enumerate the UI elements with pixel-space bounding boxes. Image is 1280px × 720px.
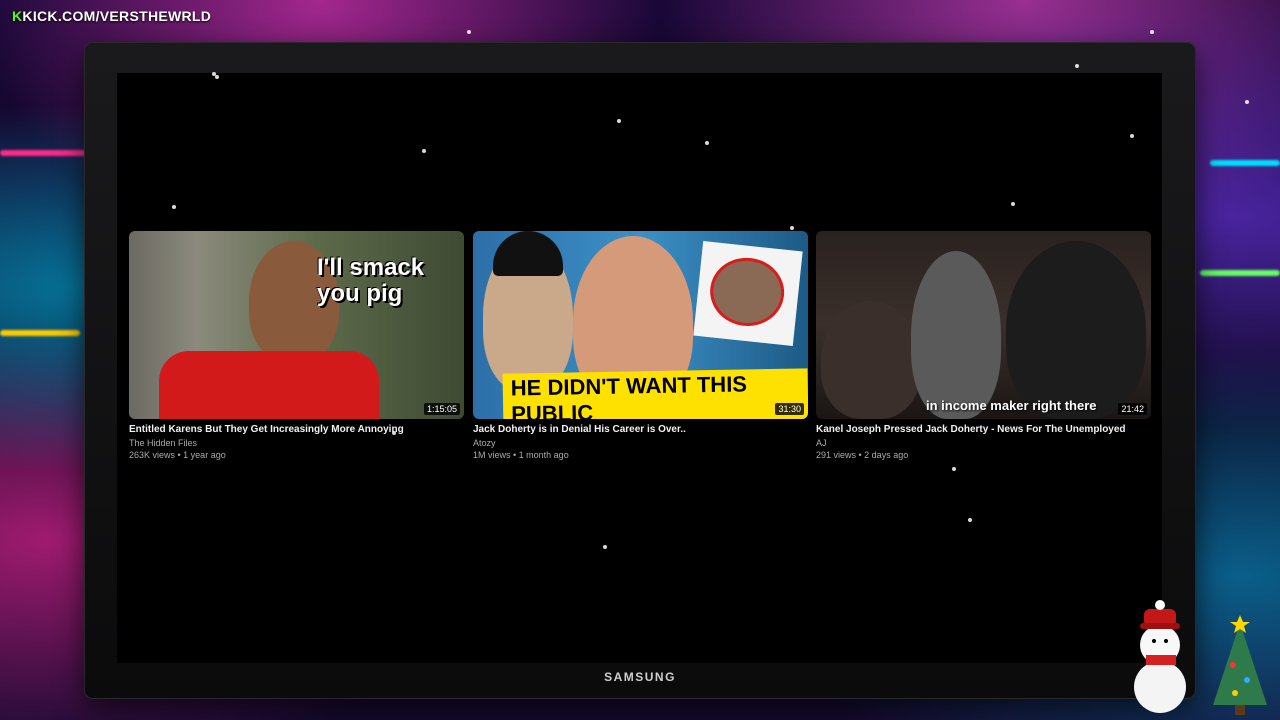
snow-particle <box>603 545 607 549</box>
snow-particle <box>392 431 396 435</box>
monitor-screen: I'll smack you pig 1:15:05 Entitled Kare… <box>117 73 1162 663</box>
snow-particle <box>172 205 176 209</box>
snow-particle <box>952 467 956 471</box>
snow-particle <box>790 226 794 230</box>
thumbnail-shirt <box>159 351 379 419</box>
snow-particle <box>617 119 621 123</box>
video-channel[interactable]: The Hidden Files <box>129 438 464 448</box>
thumbnail-person <box>821 301 921 419</box>
video-title[interactable]: Jack Doherty is in Denial His Career is … <box>473 424 808 435</box>
video-card[interactable]: HE DIDN'T WANT THIS PUBLIC 31:30 Jack Do… <box>473 231 808 460</box>
video-card[interactable]: I'll smack you pig 1:15:05 Entitled Kare… <box>129 231 464 460</box>
snow-particle <box>1130 134 1134 138</box>
video-card[interactable]: in income maker right there 21:42 Kanel … <box>816 231 1151 460</box>
snow-particle <box>1245 100 1249 104</box>
thumbnail-text: I'll smack you pig <box>317 254 425 308</box>
neon-streak <box>0 150 90 156</box>
video-channel[interactable]: Atozy <box>473 438 808 448</box>
kick-channel-url: KKICK.COM/VERSTHEWRLD <box>12 8 212 24</box>
neon-streak <box>0 330 80 336</box>
snowman-decoration <box>1134 600 1186 713</box>
video-title[interactable]: Entitled Karens But They Get Increasingl… <box>129 424 464 435</box>
snow-particle <box>1075 64 1079 68</box>
snow-particle <box>1011 202 1015 206</box>
video-thumbnail[interactable]: in income maker right there 21:42 <box>816 231 1151 419</box>
thumbnail-person <box>911 251 1001 419</box>
thumbnail-person <box>1006 241 1146 419</box>
snow-particle <box>422 149 426 153</box>
thumbnail-beanie <box>493 231 563 276</box>
video-thumbnail[interactable]: I'll smack you pig 1:15:05 <box>129 231 464 419</box>
christmas-tree-decoration <box>1213 615 1267 715</box>
snow-particle <box>705 141 709 145</box>
video-duration: 31:30 <box>775 403 804 415</box>
video-duration: 1:15:05 <box>423 403 460 415</box>
snow-particle <box>212 72 216 76</box>
video-meta: 263K views • 1 year ago <box>129 450 226 460</box>
stream-overlay-background: KKICK.COM/VERSTHEWRLD I'll smack you pig… <box>0 0 1280 720</box>
video-thumbnail[interactable]: HE DIDN'T WANT THIS PUBLIC 31:30 <box>473 231 808 419</box>
thumbnail-caption: in income maker right there <box>926 398 1097 413</box>
neon-streak <box>1200 270 1280 276</box>
video-meta: 1M views • 1 month ago <box>473 450 569 460</box>
snow-particle <box>968 518 972 522</box>
channel-url-text: KICK.COM/VERSTHEWRLD <box>22 8 212 24</box>
monitor-brand-logo: SAMSUNG <box>604 670 676 684</box>
thumbnail-photo-inset <box>693 241 803 346</box>
snow-particle <box>215 75 219 79</box>
inset-circle <box>706 254 788 330</box>
neon-streak <box>1210 160 1280 166</box>
video-duration: 21:42 <box>1118 403 1147 415</box>
video-title[interactable]: Kanel Joseph Pressed Jack Doherty - News… <box>816 424 1151 435</box>
snow-particle <box>1150 30 1154 34</box>
monitor-frame: I'll smack you pig 1:15:05 Entitled Kare… <box>85 43 1195 698</box>
video-meta: 291 views • 2 days ago <box>816 450 909 460</box>
video-channel[interactable]: AJ <box>816 438 1151 448</box>
thumbnail-banner: HE DIDN'T WANT THIS PUBLIC <box>502 368 808 419</box>
snow-particle <box>467 30 471 34</box>
